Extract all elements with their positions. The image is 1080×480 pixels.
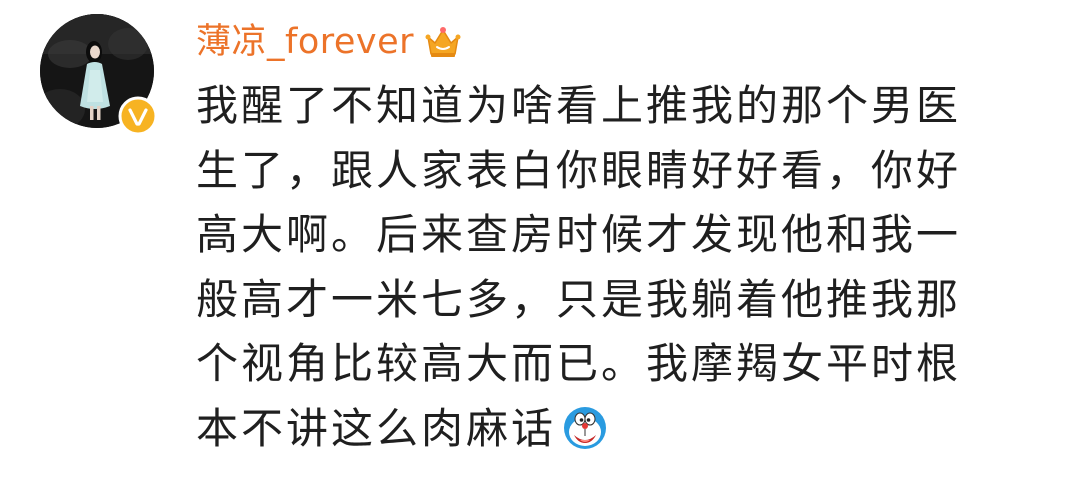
comment-line: 高大啊。后来查房时候才发现他和我一 — [196, 210, 962, 259]
comment-line-last: 本不讲这么肉麻话 — [196, 397, 1026, 462]
comment-line: 个视角比较高大而已。我摩羯女平时根 — [196, 339, 962, 388]
doraemon-emoji-icon — [562, 405, 608, 451]
comment-line-text: 本不讲这么肉麻话 — [196, 403, 557, 453]
comment-line: 般高才一米七多，只是我躺着他推我那 — [196, 274, 962, 324]
comment-line: 生了，跟人家表白你眼睛好好看，你好 — [196, 145, 962, 195]
comment-item: 薄凉_forever 我醒了不知道为啥看上推我的那个男医 生了，跟人家表白你眼睛… — [0, 0, 1080, 480]
username[interactable]: 薄凉_forever — [196, 14, 414, 70]
crown-icon — [424, 25, 462, 59]
verified-v-icon — [118, 96, 158, 136]
comment-line: 我醒了不知道为啥看上推我的那个男医 — [196, 81, 962, 130]
comment-text: 我醒了不知道为啥看上推我的那个男医 生了，跟人家表白你眼睛好好看，你好 高大啊。… — [196, 74, 1026, 461]
username-row: 薄凉_forever — [196, 14, 462, 70]
